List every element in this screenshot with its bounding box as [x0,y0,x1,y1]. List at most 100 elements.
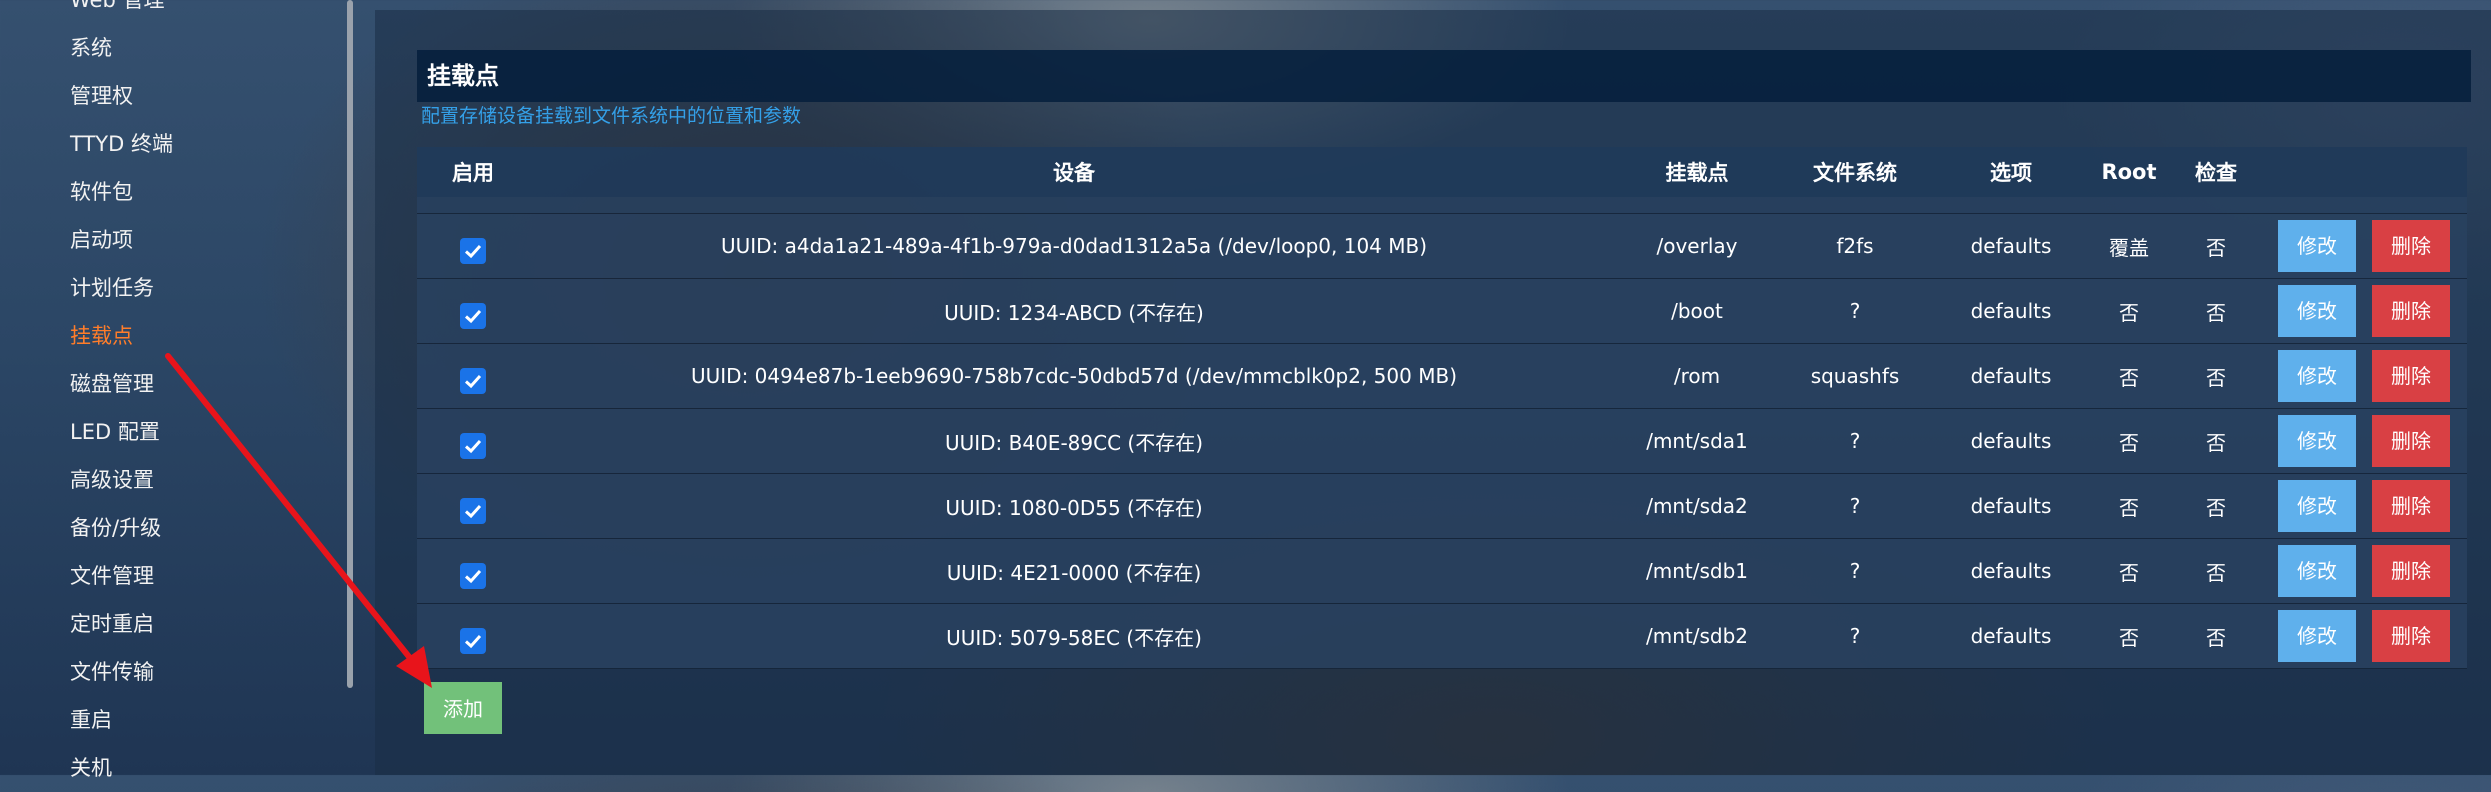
checkmark-icon [464,440,482,454]
header-enabled: 启用 [417,147,529,197]
check-cell: 否 [2171,343,2261,409]
checkmark-icon [464,375,482,389]
edit-button[interactable]: 修改 [2278,285,2356,337]
sidebar-item-web-admin[interactable]: Web 管理 [70,0,173,24]
enabled-checkbox[interactable] [460,563,486,590]
mountpoint-cell: /rom [1619,343,1775,409]
sidebar-item-file-transfer[interactable]: 文件传输 [70,648,173,696]
filesystem-cell: squashfs [1775,343,1935,409]
sidebar-item-packages[interactable]: 软件包 [70,168,173,216]
checkmark-icon [464,310,482,324]
sidebar-item-advanced-settings[interactable]: 高级设置 [70,456,173,504]
table-row: UUID: B40E-89CC (不存在) /mnt/sda1 ? defaul… [417,408,2467,474]
sidebar-item-reboot[interactable]: 重启 [70,696,173,744]
check-cell: 否 [2171,408,2261,474]
edit-button[interactable]: 修改 [2278,610,2356,662]
enabled-checkbox[interactable] [460,368,486,395]
table-row: UUID: 5079-58EC (不存在) /mnt/sdb2 ? defaul… [417,603,2467,669]
sidebar-item-file-manager[interactable]: 文件管理 [70,552,173,600]
sidebar-item-led-config[interactable]: LED 配置 [70,408,173,456]
enabled-checkbox[interactable] [460,238,486,265]
check-cell: 否 [2171,538,2261,604]
options-cell: defaults [1935,278,2087,344]
root-cell: 否 [2087,278,2171,344]
root-cell: 否 [2087,408,2171,474]
sidebar-item-mount-points[interactable]: 挂载点 [70,312,173,360]
table-header-row: 启用 设备 挂载点 文件系统 选项 Root 检查 [417,147,2467,197]
header-root: Root [2087,147,2171,197]
sidebar-item-disk-management[interactable]: 磁盘管理 [70,360,173,408]
enabled-checkbox[interactable] [460,303,486,330]
table-row: UUID: 0494e87b-1eeb9690-758b7cdc-50dbd57… [417,343,2467,409]
sidebar-scrollbar[interactable] [347,0,353,688]
table-spacer-row [417,197,2467,214]
sidebar-item-scheduled-tasks[interactable]: 计划任务 [70,264,173,312]
mountpoint-cell: /mnt/sda1 [1619,408,1775,474]
delete-button[interactable]: 删除 [2372,350,2450,402]
table-row: UUID: 4E21-0000 (不存在) /mnt/sdb1 ? defaul… [417,538,2467,604]
root-cell: 否 [2087,538,2171,604]
check-cell: 否 [2171,473,2261,539]
device-cell: UUID: 1080-0D55 (不存在) [529,473,1619,539]
sidebar-item-shutdown[interactable]: 关机 [70,744,173,792]
header-options: 选项 [1935,147,2087,197]
check-cell: 否 [2171,603,2261,669]
delete-button[interactable]: 删除 [2372,285,2450,337]
delete-button[interactable]: 删除 [2372,545,2450,597]
check-cell: 否 [2171,213,2261,279]
filesystem-cell: f2fs [1775,213,1935,279]
filesystem-cell: ? [1775,408,1935,474]
mount-points-table: 启用 设备 挂载点 文件系统 选项 Root 检查 UUID: a4da1a21… [417,147,2467,669]
table-row: UUID: a4da1a21-489a-4f1b-979a-d0dad1312a… [417,213,2467,279]
filesystem-cell: ? [1775,538,1935,604]
device-cell: UUID: a4da1a21-489a-4f1b-979a-d0dad1312a… [529,213,1619,279]
device-cell: UUID: 5079-58EC (不存在) [529,603,1619,669]
delete-button[interactable]: 删除 [2372,415,2450,467]
edit-button[interactable]: 修改 [2278,415,2356,467]
edit-button[interactable]: 修改 [2278,350,2356,402]
sidebar-item-admin-rights[interactable]: 管理权 [70,72,173,120]
mountpoint-cell: /overlay [1619,213,1775,279]
sidebar-item-ttyd-terminal[interactable]: TTYD 终端 [70,120,173,168]
delete-button[interactable]: 删除 [2372,480,2450,532]
edit-button[interactable]: 修改 [2278,545,2356,597]
sidebar-item-system[interactable]: 系统 [70,24,173,72]
filesystem-cell: ? [1775,603,1935,669]
filesystem-cell: ? [1775,278,1935,344]
enabled-checkbox[interactable] [460,498,486,525]
add-button[interactable]: 添加 [424,682,502,734]
header-filesystem: 文件系统 [1775,147,1935,197]
delete-button[interactable]: 删除 [2372,610,2450,662]
header-check: 检查 [2171,147,2261,197]
enabled-checkbox[interactable] [460,433,486,460]
sidebar-menu: Web 管理 系统 管理权 TTYD 终端 软件包 启动项 计划任务 挂载点 磁… [70,0,173,792]
mountpoint-cell: /boot [1619,278,1775,344]
root-cell: 否 [2087,473,2171,539]
delete-button[interactable]: 删除 [2372,220,2450,272]
sidebar-item-scheduled-reboot[interactable]: 定时重启 [70,600,173,648]
checkmark-icon [464,635,482,649]
options-cell: defaults [1935,603,2087,669]
enabled-checkbox[interactable] [460,628,486,655]
options-cell: defaults [1935,213,2087,279]
options-cell: defaults [1935,343,2087,409]
root-cell: 覆盖 [2087,213,2171,279]
checkmark-icon [464,505,482,519]
check-cell: 否 [2171,278,2261,344]
edit-button[interactable]: 修改 [2278,480,2356,532]
page-title: 挂载点 [427,62,499,90]
checkmark-icon [464,570,482,584]
sidebar-item-backup-upgrade[interactable]: 备份/升级 [70,504,173,552]
sidebar-item-startup[interactable]: 启动项 [70,216,173,264]
device-cell: UUID: B40E-89CC (不存在) [529,408,1619,474]
device-cell: UUID: 1234-ABCD (不存在) [529,278,1619,344]
device-cell: UUID: 4E21-0000 (不存在) [529,538,1619,604]
sidebar: Web 管理 系统 管理权 TTYD 终端 软件包 启动项 计划任务 挂载点 磁… [0,0,353,780]
edit-button[interactable]: 修改 [2278,220,2356,272]
checkmark-icon [464,245,482,259]
mountpoint-cell: /mnt/sdb1 [1619,538,1775,604]
header-device: 设备 [529,147,1619,197]
section-header: 挂载点 [417,50,2471,102]
table-row: UUID: 1234-ABCD (不存在) /boot ? defaults 否… [417,278,2467,344]
device-cell: UUID: 0494e87b-1eeb9690-758b7cdc-50dbd57… [529,343,1619,409]
